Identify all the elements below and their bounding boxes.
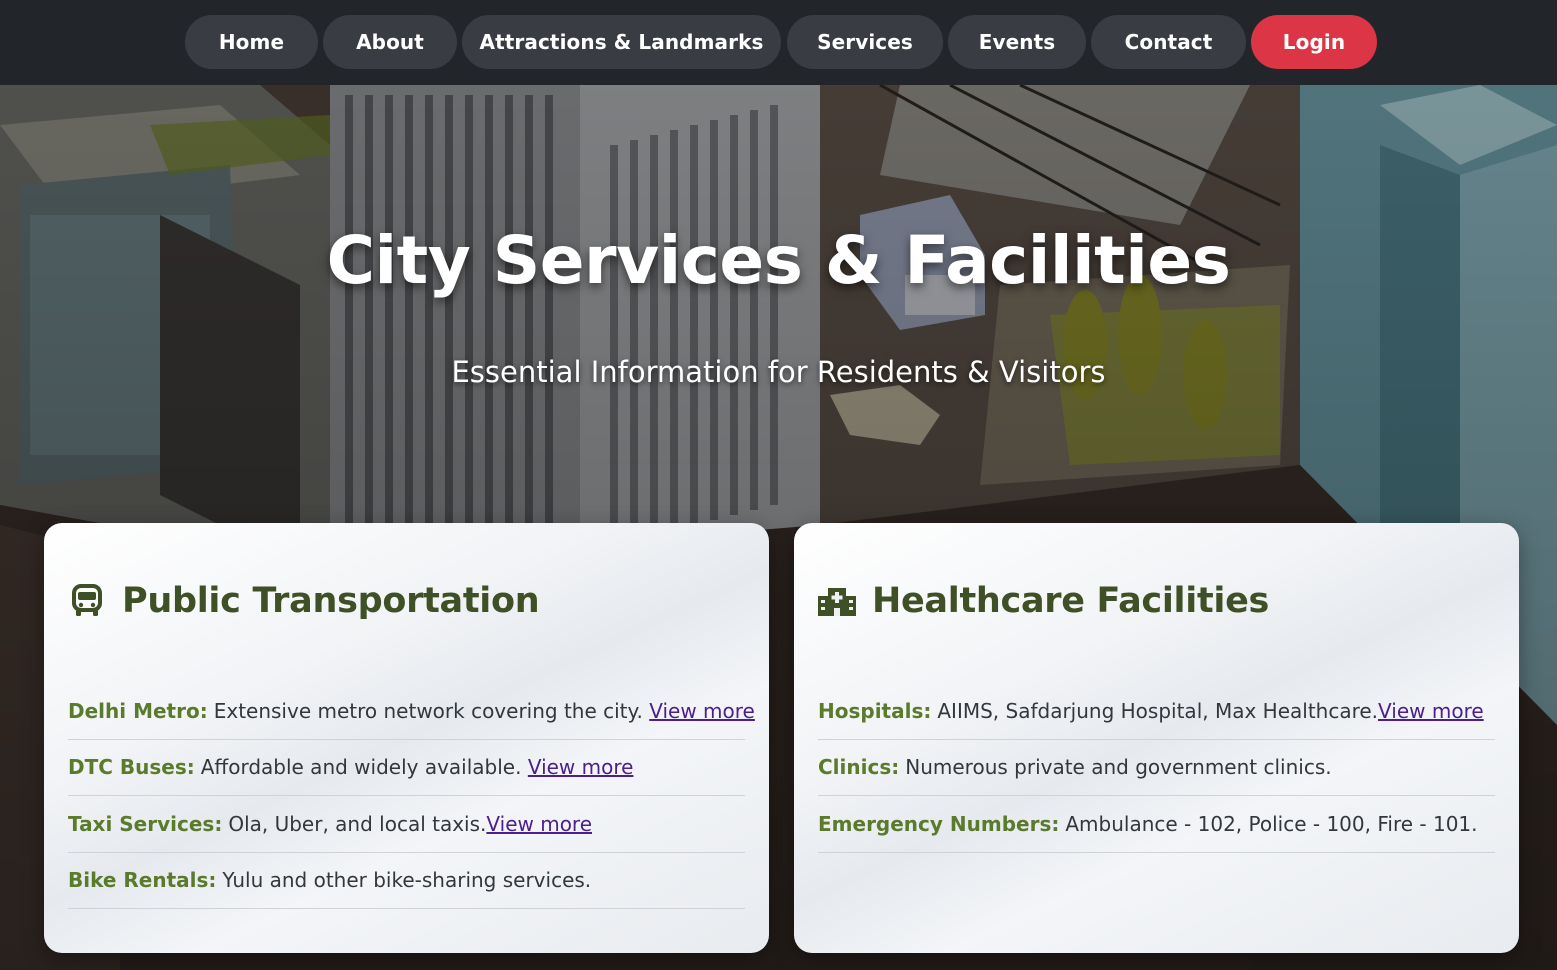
card-header: Healthcare Facilities (818, 581, 1269, 621)
transport-list: Delhi Metro: Extensive metro network cov… (68, 683, 755, 909)
nav-contact-button[interactable]: Contact (1091, 15, 1246, 69)
list-item: Hospitals: AIIMS, Safdarjung Hospital, M… (818, 683, 1495, 740)
card-title: Public Transportation (122, 581, 540, 621)
item-text: Affordable and widely available. (200, 755, 522, 780)
item-text: Extensive metro network covering the cit… (213, 698, 643, 723)
list-item: Taxi Services: Ola, Uber, and local taxi… (68, 796, 745, 853)
item-label: Clinics: (818, 755, 900, 780)
login-button[interactable]: Login (1251, 15, 1377, 69)
list-item: Emergency Numbers: Ambulance - 102, Poli… (818, 796, 1495, 853)
item-label: Taxi Services: (68, 811, 223, 836)
view-more-link[interactable]: View more (528, 755, 634, 779)
page-subtitle: Essential Information for Residents & Vi… (451, 355, 1106, 389)
item-text: AIIMS, Safdarjung Hospital, Max Healthca… (937, 698, 1379, 723)
item-text: Ola, Uber, and local taxis. (228, 811, 487, 836)
view-more-link[interactable]: View more (486, 812, 592, 836)
top-navigation: Home About Attractions & Landmarks Servi… (0, 0, 1557, 85)
nav-services-button[interactable]: Services (787, 15, 943, 69)
bus-icon (68, 582, 106, 620)
item-label: Emergency Numbers: (818, 811, 1060, 836)
view-more-link[interactable]: View more (1378, 699, 1484, 723)
item-text: Numerous private and government clinics. (905, 755, 1332, 780)
item-text: Yulu and other bike-sharing services. (222, 868, 592, 893)
item-label: Hospitals: (818, 698, 932, 723)
item-label: Delhi Metro: (68, 698, 208, 723)
list-item: Bike Rentals: Yulu and other bike-sharin… (68, 853, 745, 909)
healthcare-list: Hospitals: AIIMS, Safdarjung Hospital, M… (818, 683, 1495, 853)
hospital-icon (818, 582, 856, 620)
public-transportation-card: Public Transportation Delhi Metro: Exten… (44, 523, 769, 953)
list-item: Delhi Metro: Extensive metro network cov… (68, 683, 755, 740)
nav-about-button[interactable]: About (323, 15, 457, 69)
item-label: Bike Rentals: (68, 868, 217, 893)
item-text: Ambulance - 102, Police - 100, Fire - 10… (1065, 811, 1478, 836)
list-item: Clinics: Numerous private and government… (818, 740, 1495, 796)
view-more-link[interactable]: View more (649, 699, 755, 723)
nav-home-button[interactable]: Home (185, 15, 318, 69)
nav-events-button[interactable]: Events (948, 15, 1086, 69)
list-item: DTC Buses: Affordable and widely availab… (68, 740, 745, 796)
nav-attractions-button[interactable]: Attractions & Landmarks (462, 15, 781, 69)
healthcare-facilities-card: Healthcare Facilities Hospitals: AIIMS, … (794, 523, 1519, 953)
card-title: Healthcare Facilities (872, 581, 1270, 621)
card-header: Public Transportation (68, 581, 540, 621)
page-title: City Services & Facilities (326, 222, 1231, 299)
item-label: DTC Buses: (68, 755, 195, 780)
